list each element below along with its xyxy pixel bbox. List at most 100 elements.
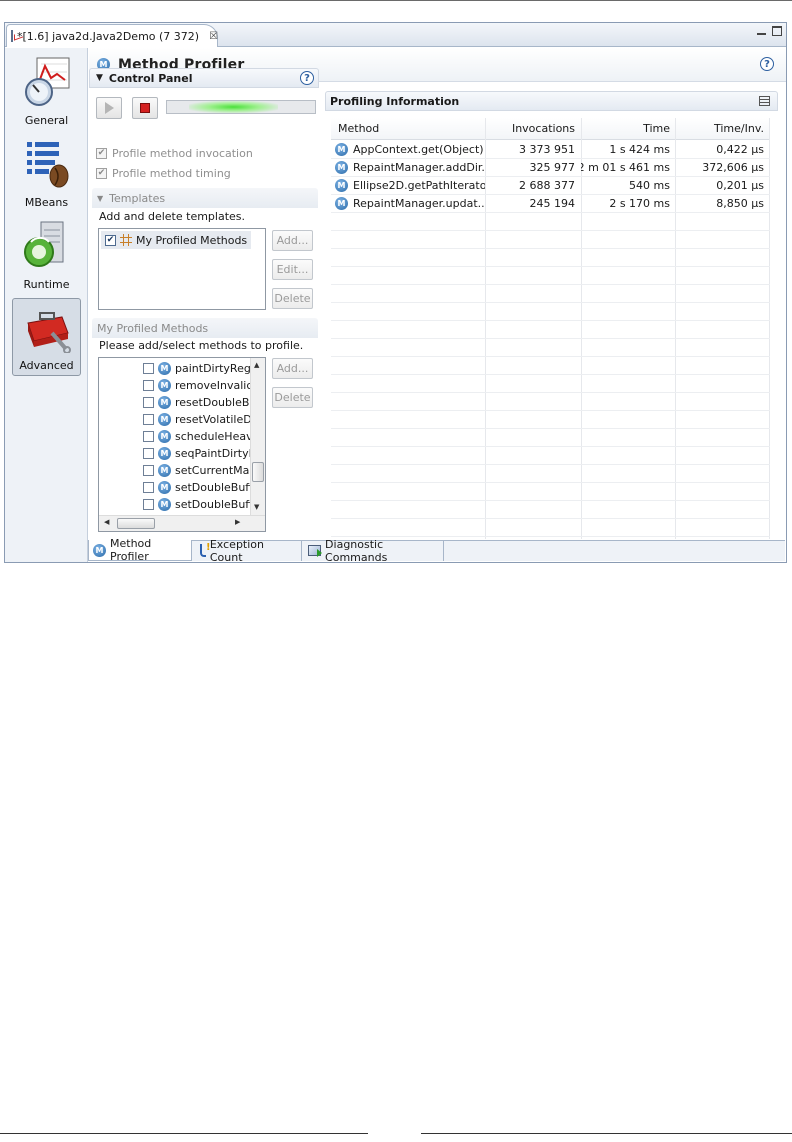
method-tree-item[interactable]: M paintDirtyReg — [143, 360, 251, 377]
tab-diagnostic-commands[interactable]: Diagnostic Commands — [304, 538, 444, 564]
table-cell-method[interactable]: M Ellipse2D.getPathIterato... — [335, 177, 485, 194]
scroll-up-icon[interactable]: ▲ — [254, 361, 259, 369]
row-line — [331, 482, 770, 483]
profile-invocation-checkbox[interactable]: ✔ — [96, 148, 107, 159]
view-menu-icon[interactable] — [759, 96, 770, 106]
my-profiled-methods-description: Please add/select methods to profile. — [99, 339, 304, 352]
profile-timing-option[interactable]: ✔ Profile method timing — [96, 167, 231, 180]
method-badge-icon: M — [158, 379, 171, 392]
scroll-left-icon[interactable]: ◀ — [104, 518, 109, 526]
method-badge-icon: M — [158, 396, 171, 409]
method-name: AppContext.get(Object) — [353, 143, 484, 156]
table-cell-time-per-invocation: 0,422 µs — [716, 143, 764, 156]
nav-label-advanced: Advanced — [19, 359, 74, 372]
row-line — [331, 392, 770, 393]
method-checkbox[interactable] — [143, 380, 154, 391]
horizontal-scroll-thumb[interactable] — [117, 518, 155, 529]
diagnostic-icon — [308, 545, 323, 557]
editor-tab-title: *[1.6] java2d.Java2Demo (7 372) — [17, 29, 200, 43]
method-tree-item[interactable]: M resetDoubleBu — [143, 394, 256, 411]
method-tree-item[interactable]: M scheduleHeav — [143, 428, 253, 445]
method-badge-icon: M — [158, 362, 171, 375]
profile-timing-checkbox[interactable]: ✔ — [96, 168, 107, 179]
stop-icon — [140, 103, 150, 113]
tab-method-profiler[interactable]: M Method Profiler — [88, 537, 192, 563]
method-badge-icon: M — [335, 179, 348, 192]
templates-description: Add and delete templates. — [99, 210, 246, 223]
method-tree-item[interactable]: M resetVolatileD — [143, 411, 252, 428]
control-panel-header[interactable]: ▼ Control Panel ? — [89, 68, 319, 88]
methods-horizontal-scrollbar[interactable]: ◀ ▶ — [99, 515, 265, 531]
control-panel-help-icon[interactable]: ? — [300, 71, 314, 85]
row-line — [331, 374, 770, 375]
templates-title: Templates — [109, 191, 166, 205]
method-name: RepaintManager.updat... — [353, 197, 485, 210]
method-checkbox[interactable] — [143, 414, 154, 425]
column-header-time[interactable]: Time — [581, 118, 675, 140]
template-item[interactable]: ✔ My Profiled Methods — [101, 231, 252, 249]
method-checkbox[interactable] — [143, 482, 154, 493]
method-checkbox[interactable] — [143, 499, 154, 510]
tab-exception-count[interactable]: Exception Count — [196, 538, 302, 564]
row-line — [331, 428, 770, 429]
column-header-time-per-invocation[interactable]: Time/Inv. — [675, 118, 770, 140]
method-tree-item[interactable]: M removeInvalic — [143, 377, 252, 394]
table-cell-time: 2 m 01 s 461 ms — [581, 161, 670, 174]
nav-label-runtime: Runtime — [23, 278, 70, 291]
method-tree-item[interactable]: M setDoubleBuff — [143, 496, 253, 513]
table-cell-method[interactable]: M RepaintManager.addDir... — [335, 159, 485, 176]
method-checkbox[interactable] — [143, 363, 154, 374]
bottom-tab-bar: M Method Profiler Exception Count Diagno… — [88, 537, 785, 564]
scroll-right-icon[interactable]: ▶ — [235, 518, 240, 526]
row-line — [331, 338, 770, 339]
nav-item-runtime[interactable]: Runtime — [12, 216, 81, 294]
collapse-triangle-icon: ▼ — [96, 73, 103, 83]
profile-timing-label: Profile method timing — [112, 167, 231, 180]
profile-invocation-option[interactable]: ✔ Profile method invocation — [96, 147, 253, 160]
nav-item-advanced[interactable]: Advanced — [12, 298, 81, 376]
add-template-button[interactable]: Add... — [272, 230, 313, 251]
methods-vertical-scrollbar[interactable]: ▲ ▼ — [250, 358, 265, 515]
tab-close-icon[interactable]: ☒ — [209, 31, 218, 42]
scroll-down-icon[interactable]: ▼ — [254, 503, 259, 511]
method-checkbox[interactable] — [143, 448, 154, 459]
maximize-icon[interactable] — [772, 26, 782, 36]
templates-header[interactable]: ▼ Templates — [92, 188, 318, 208]
table-cell-method[interactable]: M RepaintManager.updat... — [335, 195, 485, 212]
methods-tree: M paintDirtyReg M removeInvalic M resetD… — [98, 357, 266, 532]
column-divider — [769, 118, 770, 539]
method-label: scheduleHeav — [175, 430, 253, 443]
add-method-button[interactable]: Add... — [272, 358, 313, 379]
row-line — [331, 284, 770, 285]
table-cell-time-per-invocation: 0,201 µs — [716, 179, 764, 192]
play-icon — [104, 102, 114, 114]
profiling-table: Method Invocations Time Time/Inv. M AppC… — [331, 118, 770, 555]
my-profiled-methods-header[interactable]: My Profiled Methods — [92, 318, 318, 338]
method-checkbox[interactable] — [143, 431, 154, 442]
stop-profiling-button[interactable] — [132, 97, 158, 119]
help-icon[interactable]: ? — [760, 57, 774, 71]
method-checkbox[interactable] — [143, 397, 154, 408]
column-header-invocations[interactable]: Invocations — [485, 118, 581, 140]
vertical-scroll-thumb[interactable] — [252, 462, 264, 482]
delete-template-button[interactable]: Delete — [272, 288, 313, 309]
nav-item-general[interactable]: General — [12, 52, 81, 130]
method-badge-icon: M — [335, 161, 348, 174]
column-header-method[interactable]: Method — [331, 118, 485, 140]
minimize-icon[interactable] — [757, 26, 766, 35]
method-label: paintDirtyReg — [175, 362, 251, 375]
method-checkbox[interactable] — [143, 465, 154, 476]
method-tree-item[interactable]: M setDoubleBuff — [143, 479, 253, 496]
delete-method-button[interactable]: Delete — [272, 387, 313, 408]
editor-tab[interactable]: *[1.6] java2d.Java2Demo (7 372) ☒ — [6, 24, 218, 47]
method-tree-item[interactable]: M setCurrentMa — [143, 462, 249, 479]
method-tree-item[interactable]: M seqPaintDirtyF — [143, 445, 255, 462]
edit-template-button[interactable]: Edit... — [272, 259, 313, 280]
row-line — [331, 464, 770, 465]
start-profiling-button[interactable] — [96, 97, 122, 119]
template-checkbox[interactable]: ✔ — [105, 234, 116, 246]
profiling-progress-bar — [166, 100, 316, 114]
table-cell-method[interactable]: M AppContext.get(Object) — [335, 141, 485, 158]
control-panel-title: Control Panel — [108, 71, 193, 85]
nav-item-mbeans[interactable]: MBeans — [12, 134, 81, 212]
